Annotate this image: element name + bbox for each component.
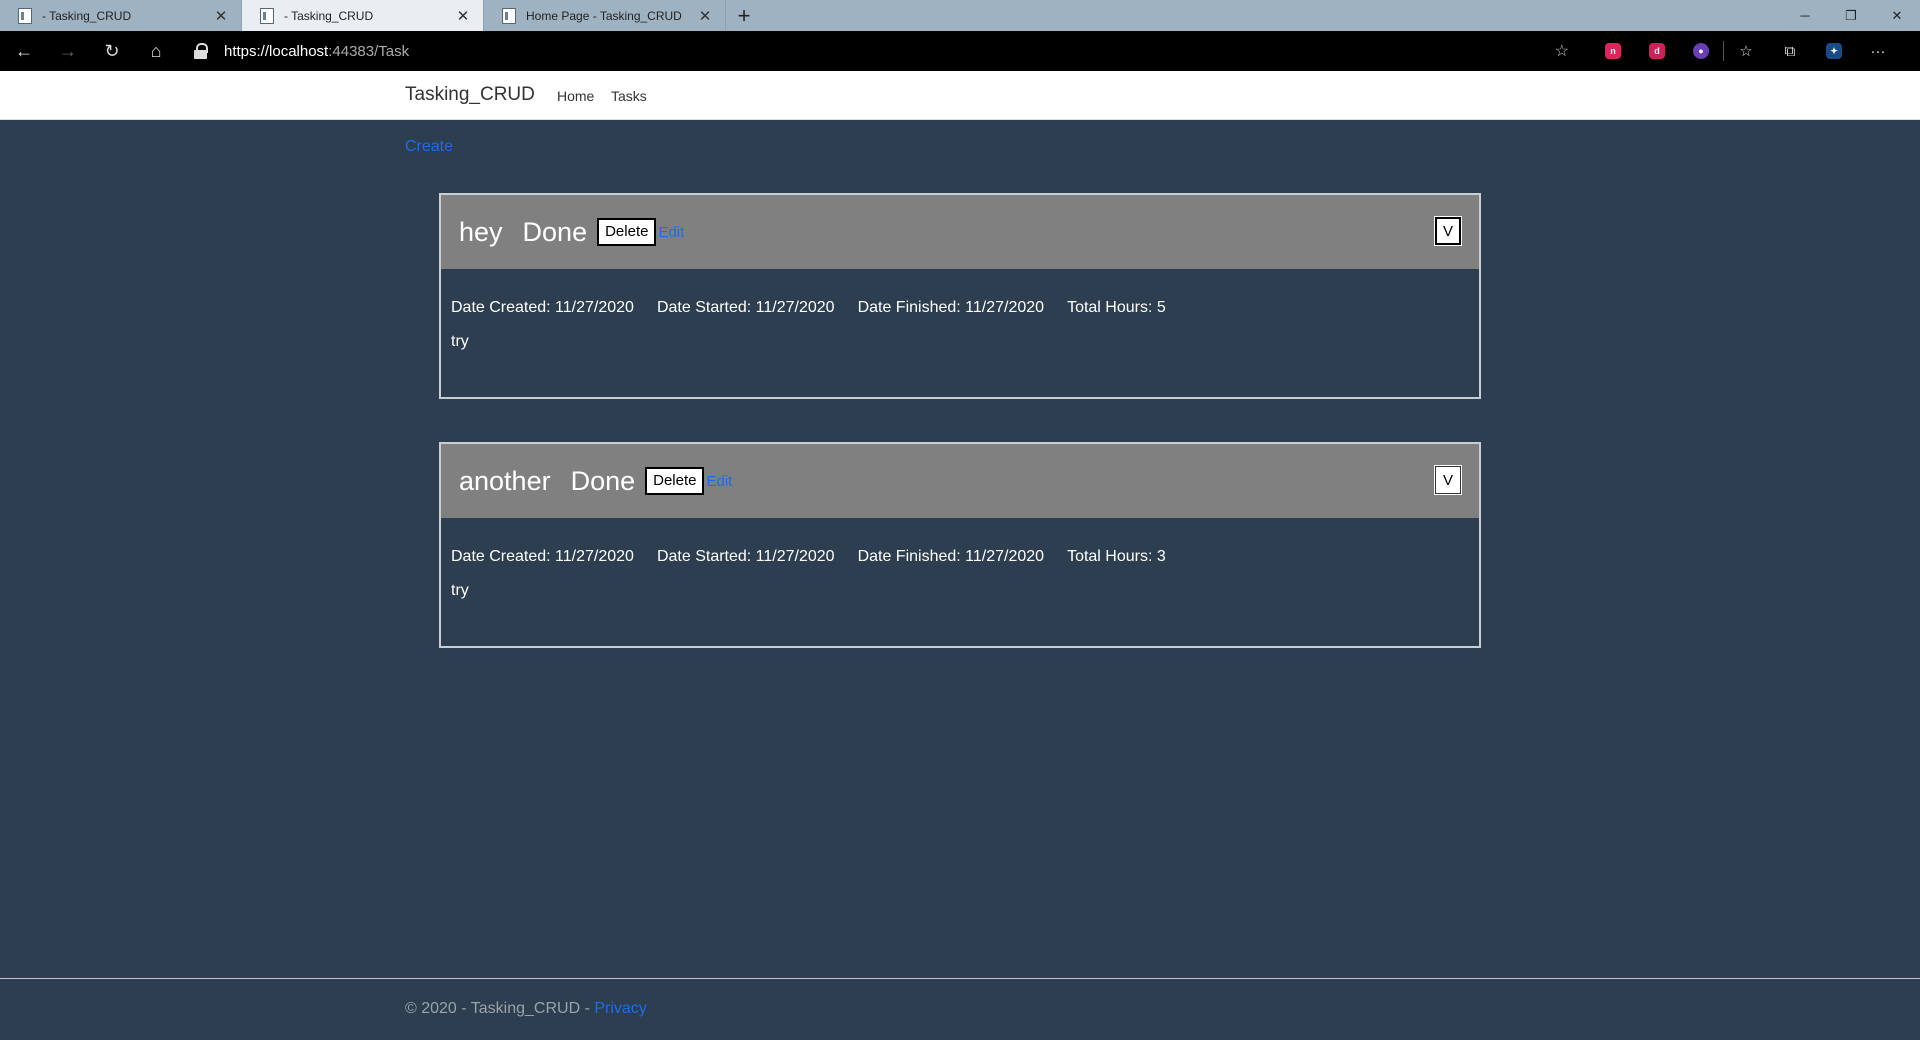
lock-icon: [194, 43, 208, 59]
task-title: hey: [459, 216, 503, 247]
page-icon: [260, 7, 274, 24]
date-finished: Date Finished: 11/27/2020: [857, 299, 1045, 316]
date-started: Date Started: 11/27/2020: [656, 299, 835, 316]
close-window-icon[interactable]: ✕: [1874, 0, 1920, 31]
date-created: Date Created: 11/27/2020: [451, 548, 634, 565]
edit-link[interactable]: Edit: [706, 473, 732, 490]
delete-button[interactable]: Delete: [645, 467, 705, 495]
task-meta: Date Created: 11/27/2020 Date Started: 1…: [451, 548, 1469, 566]
task-card-header: another Done Delete Edit V: [441, 444, 1479, 518]
favorite-star-icon[interactable]: ☆: [1555, 41, 1569, 61]
favorites-icon[interactable]: ☆: [1724, 31, 1768, 71]
date-created: Date Created: 11/27/2020: [451, 299, 634, 316]
refresh-icon[interactable]: ↻: [92, 31, 132, 71]
page-icon: [18, 7, 32, 24]
task-status: Done: [570, 465, 636, 496]
close-icon[interactable]: ✕: [455, 7, 471, 25]
expand-toggle-button[interactable]: V: [1435, 466, 1461, 494]
site-footer: © 2020 - Tasking_CRUD - Privacy: [0, 978, 1920, 1040]
restore-icon[interactable]: ❐: [1828, 0, 1874, 31]
extension-icon[interactable]: d: [1635, 31, 1679, 71]
tab-title: Home Page - Tasking_CRUD: [526, 8, 682, 23]
task-card-header: hey Done Delete Edit V: [441, 195, 1479, 269]
privacy-link[interactable]: Privacy: [594, 1000, 646, 1017]
new-tab-button[interactable]: +: [730, 2, 758, 30]
browser-tab-2[interactable]: - Tasking_CRUD ✕: [242, 0, 484, 31]
task-card: another Done Delete Edit V Date Created:…: [439, 442, 1481, 648]
create-link[interactable]: Create: [405, 138, 453, 156]
task-card-body: Date Created: 11/27/2020 Date Started: 1…: [441, 518, 1479, 646]
extensions-toolbar: n d ● ☆ ⧉ ✦ ···: [1591, 31, 1900, 71]
nav-link-home[interactable]: Home: [557, 88, 594, 104]
task-description: try: [451, 333, 469, 350]
copyright-text: © 2020 - Tasking_CRUD -: [405, 1000, 595, 1017]
expand-toggle-button[interactable]: V: [1434, 216, 1462, 246]
edit-link[interactable]: Edit: [658, 224, 684, 241]
tab-title: - Tasking_CRUD: [42, 8, 132, 23]
more-menu-icon[interactable]: ···: [1856, 31, 1900, 71]
url-host: https://localhost: [224, 42, 329, 60]
forward-icon[interactable]: →: [48, 31, 88, 71]
nav-link-tasks[interactable]: Tasks: [611, 88, 647, 104]
collections-icon[interactable]: ⧉: [1768, 31, 1812, 71]
extension-icon[interactable]: n: [1591, 31, 1635, 71]
brand-link[interactable]: Tasking_CRUD: [405, 84, 535, 106]
browser-tab-strip: - Tasking_CRUD ✕ - Tasking_CRUD ✕ Home P…: [0, 0, 1920, 31]
close-icon[interactable]: ✕: [213, 7, 229, 25]
footer-text: © 2020 - Tasking_CRUD - Privacy: [405, 1000, 647, 1018]
task-card: hey Done Delete Edit V Date Created: 11/…: [439, 193, 1481, 399]
window-controls: ─ ❐ ✕: [1782, 0, 1920, 31]
minimize-icon[interactable]: ─: [1782, 0, 1828, 31]
task-description: try: [451, 582, 469, 599]
task-card-body: Date Created: 11/27/2020 Date Started: 1…: [441, 269, 1479, 397]
extension-icon[interactable]: ●: [1679, 31, 1723, 71]
task-status: Done: [522, 216, 588, 247]
url-field[interactable]: https://localhost:44383/Task ☆: [184, 35, 1579, 67]
total-hours: Total Hours: 3: [1067, 548, 1166, 565]
address-bar-row: ← → ↻ ⌂ https://localhost:44383/Task ☆ n…: [0, 31, 1920, 71]
home-icon[interactable]: ⌂: [136, 31, 176, 71]
back-icon[interactable]: ←: [4, 31, 44, 71]
site-navbar: Tasking_CRUD Home Tasks: [0, 71, 1920, 120]
tab-title: - Tasking_CRUD: [284, 8, 374, 23]
page-icon: [502, 7, 516, 24]
browser-tab-1[interactable]: - Tasking_CRUD ✕: [0, 0, 242, 31]
total-hours: Total Hours: 5: [1067, 299, 1166, 316]
close-icon[interactable]: ✕: [697, 7, 713, 25]
task-meta: Date Created: 11/27/2020 Date Started: 1…: [451, 299, 1469, 317]
date-finished: Date Finished: 11/27/2020: [857, 548, 1045, 565]
delete-button[interactable]: Delete: [597, 218, 657, 246]
task-title: another: [459, 465, 551, 496]
browser-tab-3[interactable]: Home Page - Tasking_CRUD ✕: [484, 0, 726, 31]
url-path: :44383/Task: [328, 42, 410, 60]
profile-avatar[interactable]: ✦: [1812, 31, 1856, 71]
date-started: Date Started: 11/27/2020: [656, 548, 835, 565]
